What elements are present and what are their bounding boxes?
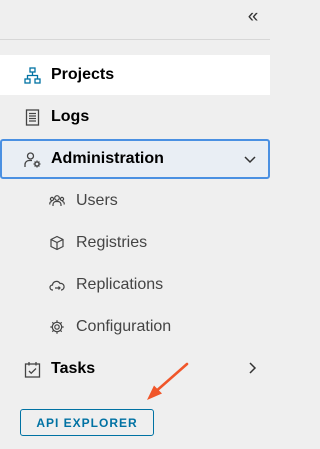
registries-icon <box>49 235 65 251</box>
nav-item-logs[interactable]: Logs <box>0 97 270 137</box>
sub-item-label: Registries <box>76 234 148 251</box>
nav-item-label: Projects <box>51 66 115 83</box>
sub-item-label: Configuration <box>76 318 172 335</box>
nav-item-projects[interactable]: Projects <box>0 55 270 95</box>
collapse-sidebar-button[interactable]: « <box>242 7 264 29</box>
nav-item-label: Logs <box>51 108 90 125</box>
nav-item-label: Tasks <box>51 360 96 377</box>
annotation-arrow-icon <box>140 360 192 404</box>
sub-item-label: Replications <box>76 276 164 293</box>
sub-item-label: Users <box>76 192 118 209</box>
replications-icon <box>49 277 65 293</box>
configuration-icon <box>49 319 65 335</box>
chevron-down-icon[interactable] <box>242 151 258 167</box>
sub-item-configuration[interactable]: Configuration <box>0 307 270 347</box>
api-explorer-button[interactable]: API EXPLORER <box>20 409 154 436</box>
sub-item-replications[interactable]: Replications <box>0 265 270 305</box>
nav-item-administration[interactable]: Administration <box>0 139 270 179</box>
administration-icon <box>24 151 41 168</box>
chevron-right-icon[interactable] <box>244 360 260 376</box>
sub-item-registries[interactable]: Registries <box>0 223 270 263</box>
nav-item-tasks[interactable]: Tasks <box>0 349 270 389</box>
projects-icon <box>24 67 41 84</box>
sidebar-header: « <box>0 0 270 40</box>
users-icon <box>49 193 65 209</box>
tasks-icon <box>24 361 41 378</box>
nav-item-label: Administration <box>51 150 164 167</box>
sub-item-users[interactable]: Users <box>0 181 270 221</box>
logs-icon <box>24 109 41 126</box>
